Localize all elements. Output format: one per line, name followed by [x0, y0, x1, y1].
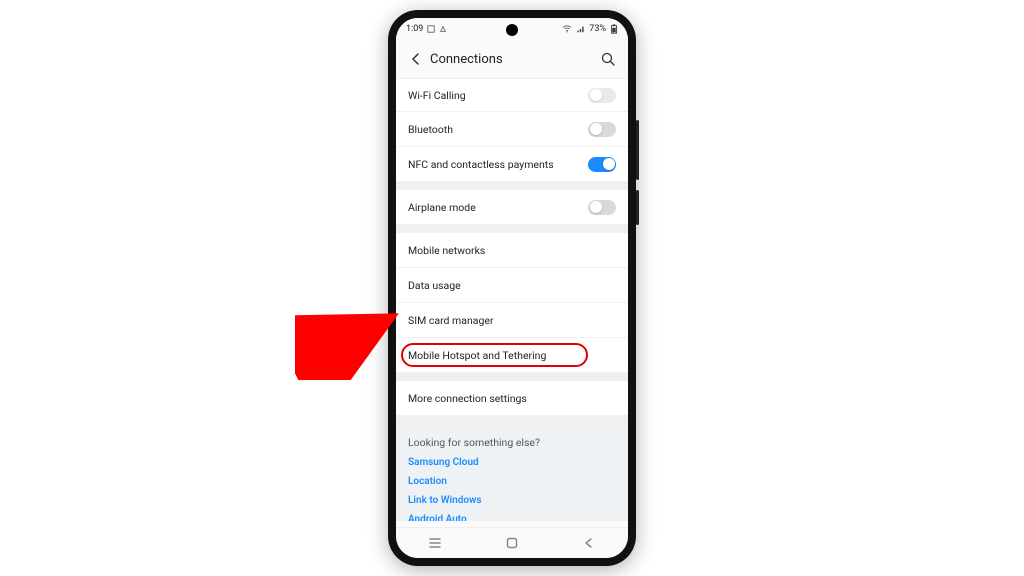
- nav-back[interactable]: [569, 537, 609, 549]
- footer-link-android-auto[interactable]: Android Auto: [408, 514, 616, 521]
- row-label: Mobile networks: [408, 244, 616, 257]
- android-nav-bar: [396, 527, 628, 558]
- row-bluetooth[interactable]: Bluetooth: [396, 112, 628, 147]
- status-time: 1:09: [406, 24, 423, 34]
- wifi-icon: [562, 25, 572, 33]
- row-hotspot-tethering[interactable]: Mobile Hotspot and Tethering: [396, 338, 628, 373]
- toggle-wifi-calling[interactable]: [588, 88, 616, 103]
- footer-link-link-to-windows[interactable]: Link to Windows: [408, 495, 616, 506]
- nav-home[interactable]: [492, 536, 532, 550]
- row-label: Bluetooth: [408, 123, 588, 136]
- row-data-usage[interactable]: Data usage: [396, 268, 628, 303]
- row-label: Mobile Hotspot and Tethering: [408, 349, 616, 362]
- app-header: Connections: [396, 40, 628, 79]
- search-button[interactable]: [598, 52, 618, 66]
- toggle-nfc[interactable]: [588, 157, 616, 172]
- row-label: NFC and contactless payments: [408, 158, 588, 171]
- recents-icon: [428, 537, 442, 549]
- back-button[interactable]: [406, 53, 426, 65]
- nav-recents[interactable]: [415, 537, 455, 549]
- row-label: Data usage: [408, 279, 616, 292]
- toggle-airplane[interactable]: [588, 200, 616, 215]
- toggle-bluetooth[interactable]: [588, 122, 616, 137]
- battery-icon: [610, 24, 618, 34]
- phone-side-button: [636, 190, 639, 225]
- phone-side-button: [636, 120, 639, 180]
- row-more-settings[interactable]: More connection settings: [396, 381, 628, 416]
- page-title: Connections: [426, 52, 598, 67]
- section-divider: [396, 416, 628, 426]
- phone-screen: 1:09 73% Connections Wi-Fi: [396, 18, 628, 558]
- row-label: Wi-Fi Calling: [408, 89, 588, 102]
- row-airplane-mode[interactable]: Airplane mode: [396, 190, 628, 225]
- search-icon: [601, 52, 615, 66]
- battery-text: 73%: [589, 24, 606, 34]
- back-icon: [583, 537, 595, 549]
- home-icon: [505, 536, 519, 550]
- signal-icon: [576, 25, 585, 33]
- footer-section: Looking for something else? Samsung Clou…: [396, 426, 628, 521]
- settings-list: Wi-Fi Calling Bluetooth NFC and contactl…: [396, 79, 628, 529]
- section-divider: [396, 182, 628, 190]
- footer-heading: Looking for something else?: [408, 436, 616, 449]
- section-divider: [396, 225, 628, 233]
- chevron-left-icon: [410, 53, 422, 65]
- row-wifi-calling[interactable]: Wi-Fi Calling: [396, 79, 628, 112]
- camera-notch: [506, 24, 518, 36]
- status-icon: [439, 25, 447, 33]
- row-label: Airplane mode: [408, 201, 588, 214]
- phone-mockup: 1:09 73% Connections Wi-Fi: [388, 10, 636, 566]
- footer-link-samsung-cloud[interactable]: Samsung Cloud: [408, 457, 616, 468]
- footer-link-location[interactable]: Location: [408, 476, 616, 487]
- row-label: SIM card manager: [408, 314, 616, 327]
- row-sim-manager[interactable]: SIM card manager: [396, 303, 628, 338]
- row-mobile-networks[interactable]: Mobile networks: [396, 233, 628, 268]
- status-icon: [427, 25, 435, 33]
- row-nfc[interactable]: NFC and contactless payments: [396, 147, 628, 182]
- section-divider: [396, 373, 628, 381]
- row-label: More connection settings: [408, 392, 616, 405]
